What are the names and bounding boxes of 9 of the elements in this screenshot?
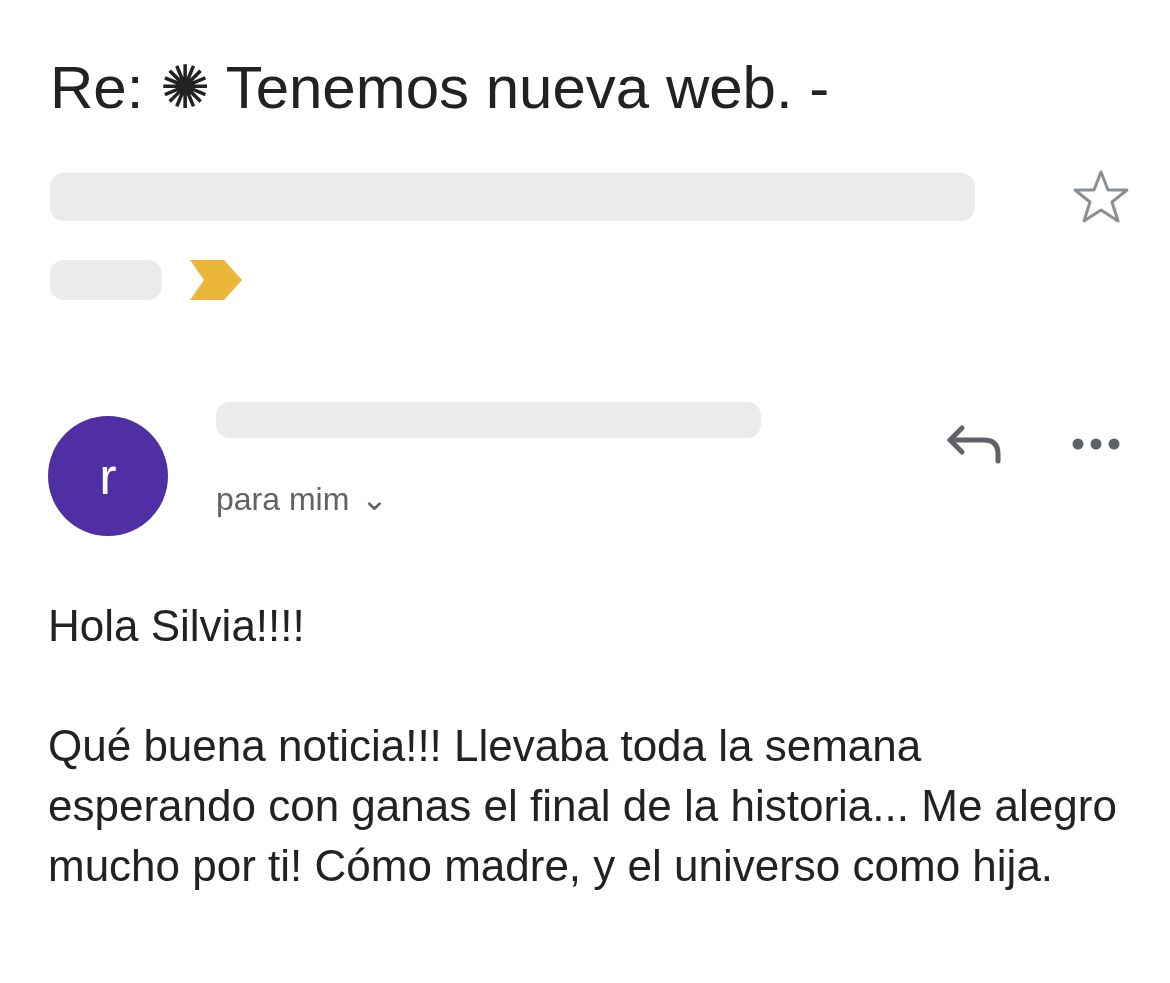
subject-title: Re: ✺ Tenemos nueva web. - (50, 53, 831, 123)
star-icon[interactable] (1072, 169, 1130, 225)
reply-icon[interactable] (946, 424, 1002, 464)
more-options-icon[interactable] (1072, 438, 1120, 450)
importance-marker-icon[interactable] (190, 260, 242, 300)
message-paragraph: Qué buena noticia!!! Llevaba toda la semana esperando con ganas el final de la historia... Me alegro mucho por ti! Cómo madre, y el universo como hija. (48, 720, 1118, 892)
message-paragraph: Hola Silvia!!!! (48, 600, 306, 652)
avatar: r (48, 416, 168, 536)
recipient-toggle[interactable]: para mim ⌄ (216, 480, 389, 518)
